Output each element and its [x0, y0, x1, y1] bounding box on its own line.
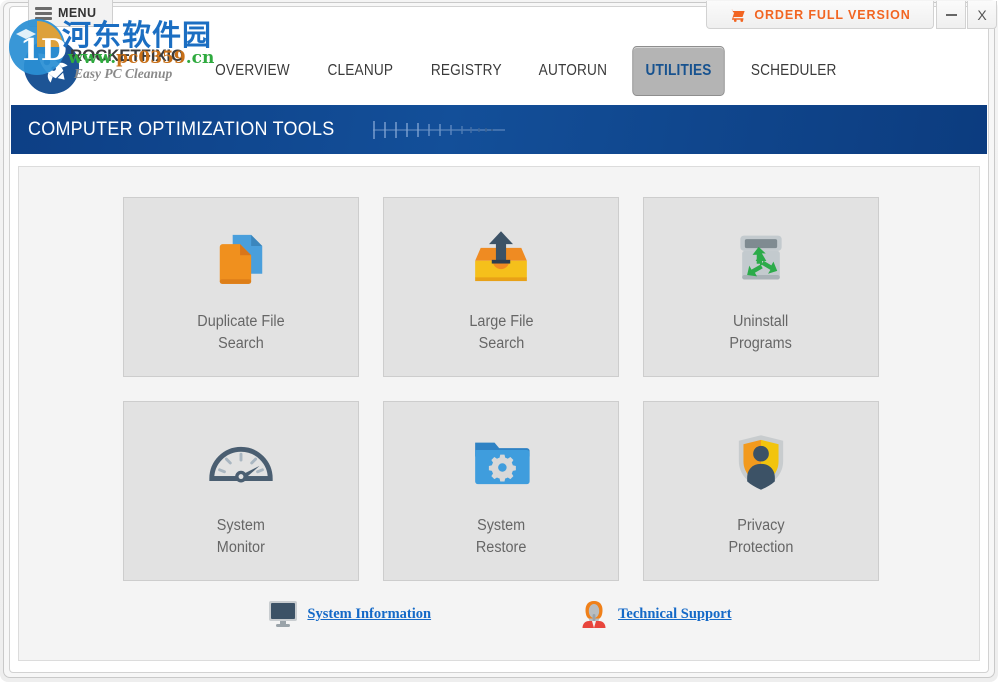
tab-cleanup-label: CLEANUP — [327, 62, 394, 79]
order-full-version-button[interactable]: ORDER FULL VERSION — [706, 1, 934, 29]
brand-logo-area: ROCKETFIXIO Easy PC Cleanup — [22, 34, 202, 96]
tile-label-line2: Protection — [728, 539, 794, 556]
shield-person-icon — [722, 423, 800, 501]
tile-label-line2: Restore — [475, 539, 527, 556]
tile-label-line2: Search — [478, 335, 524, 352]
tile-label: Uninstall Programs — [730, 311, 792, 355]
tile-label-line2: Programs — [729, 335, 793, 352]
duplicate-files-icon — [202, 219, 280, 297]
tile-label: System Restore — [476, 515, 526, 559]
tab-utilities[interactable]: UTILITIES — [632, 46, 725, 96]
order-full-version-label: ORDER FULL VERSION — [754, 7, 911, 22]
speedometer-icon — [202, 423, 280, 501]
tab-scheduler[interactable]: SCHEDULER — [738, 46, 848, 96]
tile-label-line1: Uninstall — [733, 313, 789, 330]
footer-links: System Information Technical Support — [19, 599, 981, 629]
system-information-link[interactable]: System Information — [268, 599, 431, 629]
tab-cleanup[interactable]: CLEANUP — [315, 46, 405, 96]
tile-label-line2: Search — [218, 335, 264, 352]
tile-label-line1: System — [216, 517, 266, 534]
menu-button[interactable]: MENU — [28, 0, 113, 27]
tile-uninstall-programs[interactable]: Uninstall Programs — [643, 197, 879, 377]
page-title: COMPUTER OPTIMIZATION TOOLS — [28, 118, 335, 140]
tab-overview[interactable]: OVERVIEW — [203, 46, 302, 96]
minimize-icon — [945, 13, 957, 16]
brand-name: ROCKETFIXIO — [70, 46, 184, 65]
support-person-icon — [582, 601, 606, 628]
folder-gear-icon — [462, 423, 540, 501]
section-header-bar: COMPUTER OPTIMIZATION TOOLS — [11, 105, 987, 154]
tab-registry[interactable]: REGISTRY — [418, 46, 514, 96]
tile-label-line1: System — [476, 517, 526, 534]
tab-overview-label: OVERVIEW — [215, 62, 290, 79]
ruler-tick-decoration — [373, 120, 506, 139]
application-window: MENU ORDER FULL VERSION X ROCKETFIXIO Ea… — [0, 0, 998, 682]
tile-duplicate-file-search[interactable]: Duplicate File Search — [123, 197, 359, 377]
shopping-cart-icon — [729, 8, 746, 22]
minimize-button[interactable] — [936, 1, 966, 29]
close-icon: X — [977, 6, 987, 23]
menu-button-label: MENU — [58, 6, 97, 20]
tile-label-line2: Monitor — [216, 539, 266, 556]
tile-system-restore[interactable]: System Restore — [383, 401, 619, 581]
tools-grid: Duplicate File Search Large File Search … — [123, 197, 879, 581]
tile-label: System Monitor — [217, 515, 265, 559]
main-navigation: OVERVIEW CLEANUP REGISTRY AUTORUN UTILIT… — [196, 42, 856, 100]
tile-label: Privacy Protection — [729, 515, 794, 559]
recycle-bin-icon — [722, 219, 800, 297]
tab-autorun-label: AUTORUN — [538, 62, 608, 79]
tile-label: Duplicate File Search — [197, 311, 284, 355]
tile-label-line1: Privacy — [737, 517, 785, 534]
tile-label-line1: Duplicate File — [197, 313, 285, 330]
tile-system-monitor[interactable]: System Monitor — [123, 401, 359, 581]
tab-scheduler-label: SCHEDULER — [750, 62, 837, 79]
monitor-icon — [269, 601, 298, 627]
large-file-tray-icon — [462, 219, 540, 297]
tile-large-file-search[interactable]: Large File Search — [383, 197, 619, 377]
tile-privacy-protection[interactable]: Privacy Protection — [643, 401, 879, 581]
title-bar: MENU ORDER FULL VERSION X — [9, 0, 998, 34]
tab-autorun[interactable]: AUTORUN — [526, 46, 619, 96]
close-button[interactable]: X — [967, 1, 997, 29]
tile-label: Large File Search — [469, 311, 533, 355]
technical-support-link[interactable]: Technical Support — [579, 599, 732, 629]
tools-panel: Duplicate File Search Large File Search … — [18, 166, 980, 661]
tile-label-line1: Large File — [468, 313, 534, 330]
system-information-label: System Information — [307, 605, 432, 622]
brand-tagline: Easy PC Cleanup — [74, 66, 173, 81]
tab-utilities-label: UTILITIES — [645, 62, 712, 79]
hamburger-icon — [35, 6, 52, 20]
tab-registry-label: REGISTRY — [430, 62, 502, 79]
technical-support-label: Technical Support — [618, 605, 732, 622]
